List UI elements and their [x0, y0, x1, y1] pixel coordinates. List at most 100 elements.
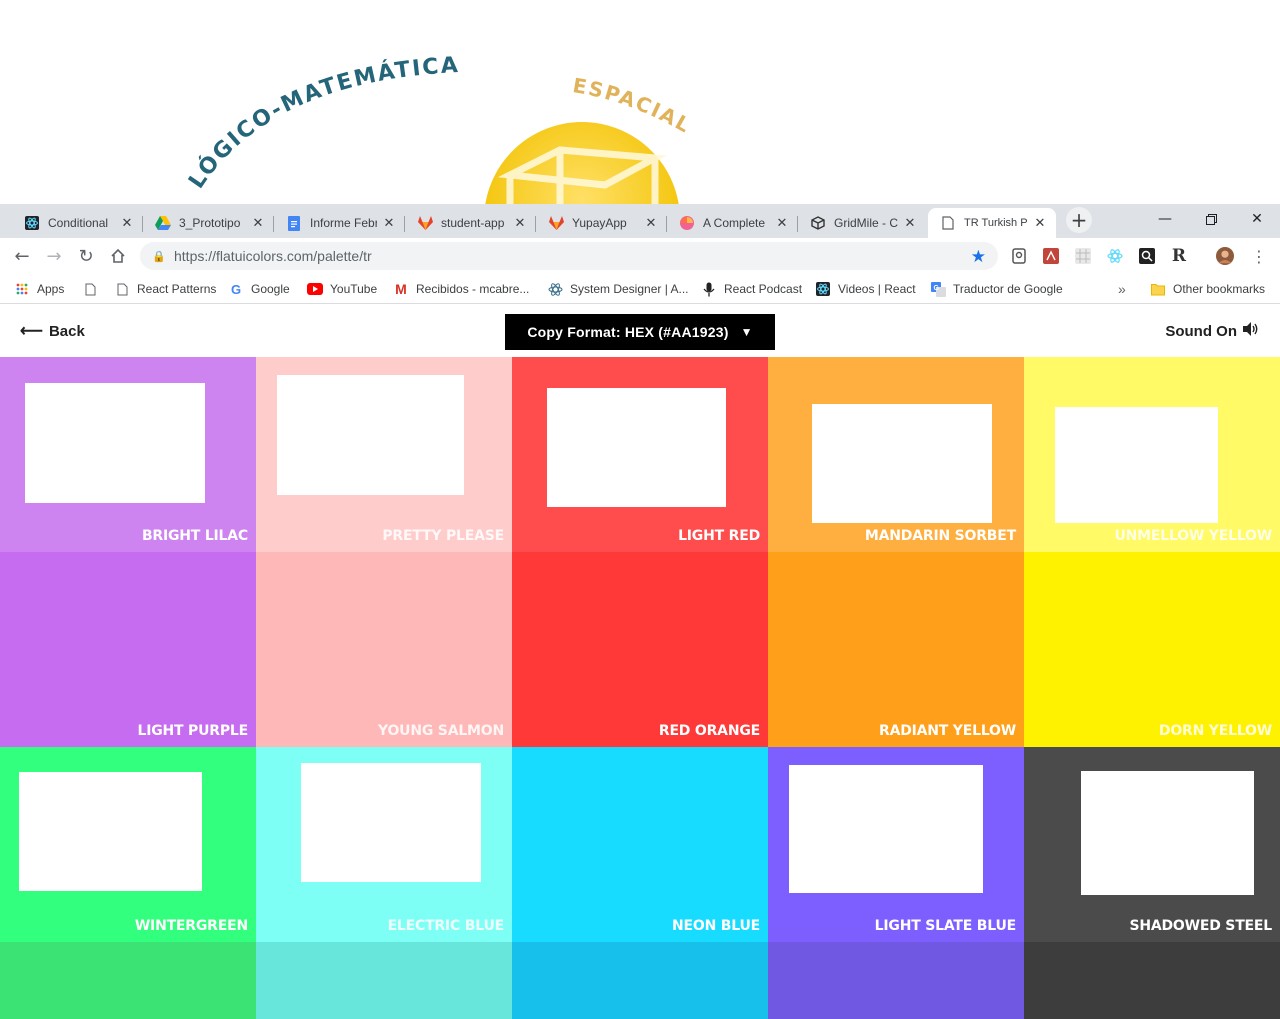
- window-close-icon[interactable]: ✕: [1234, 206, 1280, 232]
- color-swatch[interactable]: SHADOWED STEEL: [1024, 747, 1280, 1019]
- white-overlay-box: [1081, 771, 1254, 895]
- restore-icon[interactable]: [1188, 206, 1234, 232]
- bookmark-google[interactable]: G Google: [228, 280, 290, 298]
- close-icon[interactable]: ✕: [381, 215, 397, 231]
- page-icon: [82, 281, 98, 297]
- bookmark-react-podcast[interactable]: React Podcast: [701, 280, 802, 298]
- close-icon[interactable]: ✕: [643, 215, 659, 231]
- cube-icon: [810, 215, 826, 231]
- bookmark-react-patterns[interactable]: React Patterns: [114, 280, 216, 298]
- close-icon[interactable]: ✕: [512, 215, 528, 231]
- close-icon[interactable]: ✕: [1032, 215, 1048, 231]
- bookmark-label: React Patterns: [137, 282, 217, 296]
- close-icon[interactable]: ✕: [902, 215, 918, 231]
- bookmark-youtube[interactable]: YouTube: [307, 280, 377, 298]
- tab-title: student-app: [441, 216, 505, 230]
- color-swatch[interactable]: LIGHT PURPLE: [0, 552, 256, 747]
- arc-title-logico: LÓGICO-MATEMÁTICA: [184, 53, 458, 193]
- gitlab-icon: [548, 215, 564, 231]
- color-swatch[interactable]: UNMELLOW YELLOW: [1024, 357, 1280, 552]
- color-name: RED ORANGE: [658, 723, 760, 739]
- bookmark-blank[interactable]: [82, 280, 105, 298]
- color-swatch[interactable]: NEON BLUE: [512, 747, 768, 1019]
- browser-tab[interactable]: A Complete ✕: [667, 208, 798, 238]
- forward-arrow-icon[interactable]: →: [42, 244, 66, 268]
- bookmark-videos-react[interactable]: Videos | React: [815, 280, 916, 298]
- react-devtools-icon[interactable]: [1106, 247, 1124, 265]
- pinwheel-icon: [679, 215, 695, 231]
- color-swatch[interactable]: LIGHT SLATE BLUE: [768, 747, 1024, 1019]
- left-arrow-icon: ⟵: [20, 323, 43, 340]
- bookmark-system-designer[interactable]: System Designer | A...: [547, 280, 689, 298]
- bookmark-star-icon[interactable]: ★: [971, 247, 986, 267]
- close-icon[interactable]: ✕: [774, 215, 790, 231]
- reload-icon[interactable]: ↻: [74, 244, 98, 268]
- magnifier-extension-icon[interactable]: [1138, 247, 1156, 265]
- copy-format-dropdown[interactable]: Copy Format: HEX (#AA1923) ▼: [505, 314, 775, 350]
- bookmarks-bar: Apps React Patterns G Google YouTube M R…: [0, 274, 1280, 304]
- color-swatch[interactable]: MANDARIN SORBET: [768, 357, 1024, 552]
- kebab-menu-icon[interactable]: ⋮: [1250, 247, 1268, 266]
- lock-icon: 🔒: [152, 250, 166, 263]
- grid-extension-icon[interactable]: [1074, 247, 1092, 265]
- address-bar[interactable]: 🔒 https://flatuicolors.com/palette/tr ★: [140, 242, 998, 270]
- svg-text:G: G: [933, 285, 939, 292]
- browser-toolbar: ← → ↻ 🔒 https://flatuicolors.com/palette…: [0, 238, 1280, 274]
- color-swatch[interactable]: YOUNG SALMON: [256, 552, 512, 747]
- back-button[interactable]: ⟵ Back: [20, 321, 85, 341]
- r-extension-icon[interactable]: R: [1170, 246, 1188, 266]
- color-swatch[interactable]: RADIANT YELLOW: [768, 552, 1024, 747]
- color-swatch[interactable]: LIGHT RED: [512, 357, 768, 552]
- close-icon[interactable]: ✕: [119, 215, 135, 231]
- page-icon: [114, 281, 130, 297]
- color-swatch[interactable]: BRIGHT LILAC: [0, 357, 256, 552]
- new-tab-button[interactable]: +: [1066, 207, 1092, 233]
- tab-title: TR Turkish Pa: [964, 217, 1028, 229]
- bookmark-apps[interactable]: Apps: [14, 280, 64, 298]
- color-swatch[interactable]: ELECTRIC BLUE: [256, 747, 512, 1019]
- close-icon[interactable]: ✕: [250, 215, 266, 231]
- background-illustration: LÓGICO-MATEMÁTICA ESPACIAL: [0, 0, 1280, 204]
- browser-tab[interactable]: GridMile - C ✕: [798, 208, 926, 238]
- white-overlay-box: [25, 383, 205, 503]
- bookmark-gmail[interactable]: M Recibidos - mcabre...: [393, 280, 529, 298]
- browser-tab[interactable]: YupayApp ✕: [536, 208, 667, 238]
- white-overlay-box: [19, 772, 202, 891]
- bookmark-label: System Designer | A...: [570, 282, 689, 296]
- pdf-extension-icon[interactable]: [1042, 247, 1060, 265]
- color-name: YOUNG SALMON: [378, 723, 504, 739]
- color-name: LIGHT SLATE BLUE: [874, 918, 1017, 934]
- microphone-icon: [701, 281, 717, 297]
- page-icon: [940, 215, 956, 231]
- bookmark-label: Google: [251, 282, 290, 296]
- white-overlay-box: [1055, 407, 1218, 523]
- sound-toggle[interactable]: Sound On: [1165, 321, 1260, 341]
- bookmark-label: Recibidos - mcabre...: [416, 282, 530, 296]
- lightbulb-extension-icon[interactable]: [1010, 247, 1028, 265]
- color-swatch[interactable]: PRETTY PLEASE: [256, 357, 512, 552]
- browser-tab-active[interactable]: TR Turkish Pa ✕: [928, 208, 1056, 238]
- svg-text:LÓGICO-MATEMÁTICA: LÓGICO-MATEMÁTICA: [184, 53, 460, 193]
- browser-tab[interactable]: student-app ✕: [405, 208, 536, 238]
- color-swatch[interactable]: DORN YELLOW: [1024, 552, 1280, 747]
- url-text: https://flatuicolors.com/palette/tr: [174, 248, 372, 264]
- bookmark-label: Apps: [37, 282, 65, 296]
- bookmarks-overflow-chevron[interactable]: »: [1118, 280, 1126, 298]
- browser-tab[interactable]: 3_Prototipo ✕: [143, 208, 274, 238]
- youtube-icon: [307, 281, 323, 297]
- site-header: ⟵ Back Copy Format: HEX (#AA1923) ▼ Soun…: [0, 305, 1280, 357]
- atom-icon: [547, 281, 563, 297]
- color-swatch[interactable]: WINTERGREEN: [0, 747, 256, 1019]
- home-icon[interactable]: [106, 244, 130, 268]
- browser-tab[interactable]: Informe Febr ✕: [274, 208, 405, 238]
- color-swatch[interactable]: RED ORANGE: [512, 552, 768, 747]
- back-arrow-icon[interactable]: ←: [10, 244, 34, 268]
- bookmark-traductor[interactable]: G Traductor de Google: [930, 280, 1063, 298]
- color-name: NEON BLUE: [672, 918, 760, 934]
- minimize-icon[interactable]: —: [1142, 206, 1188, 232]
- avatar[interactable]: [1216, 247, 1234, 265]
- color-name: PRETTY PLEASE: [382, 528, 504, 544]
- bookmark-other[interactable]: Other bookmarks: [1150, 280, 1265, 298]
- browser-tab[interactable]: Conditional ✕: [12, 208, 143, 238]
- white-overlay-box: [812, 404, 992, 523]
